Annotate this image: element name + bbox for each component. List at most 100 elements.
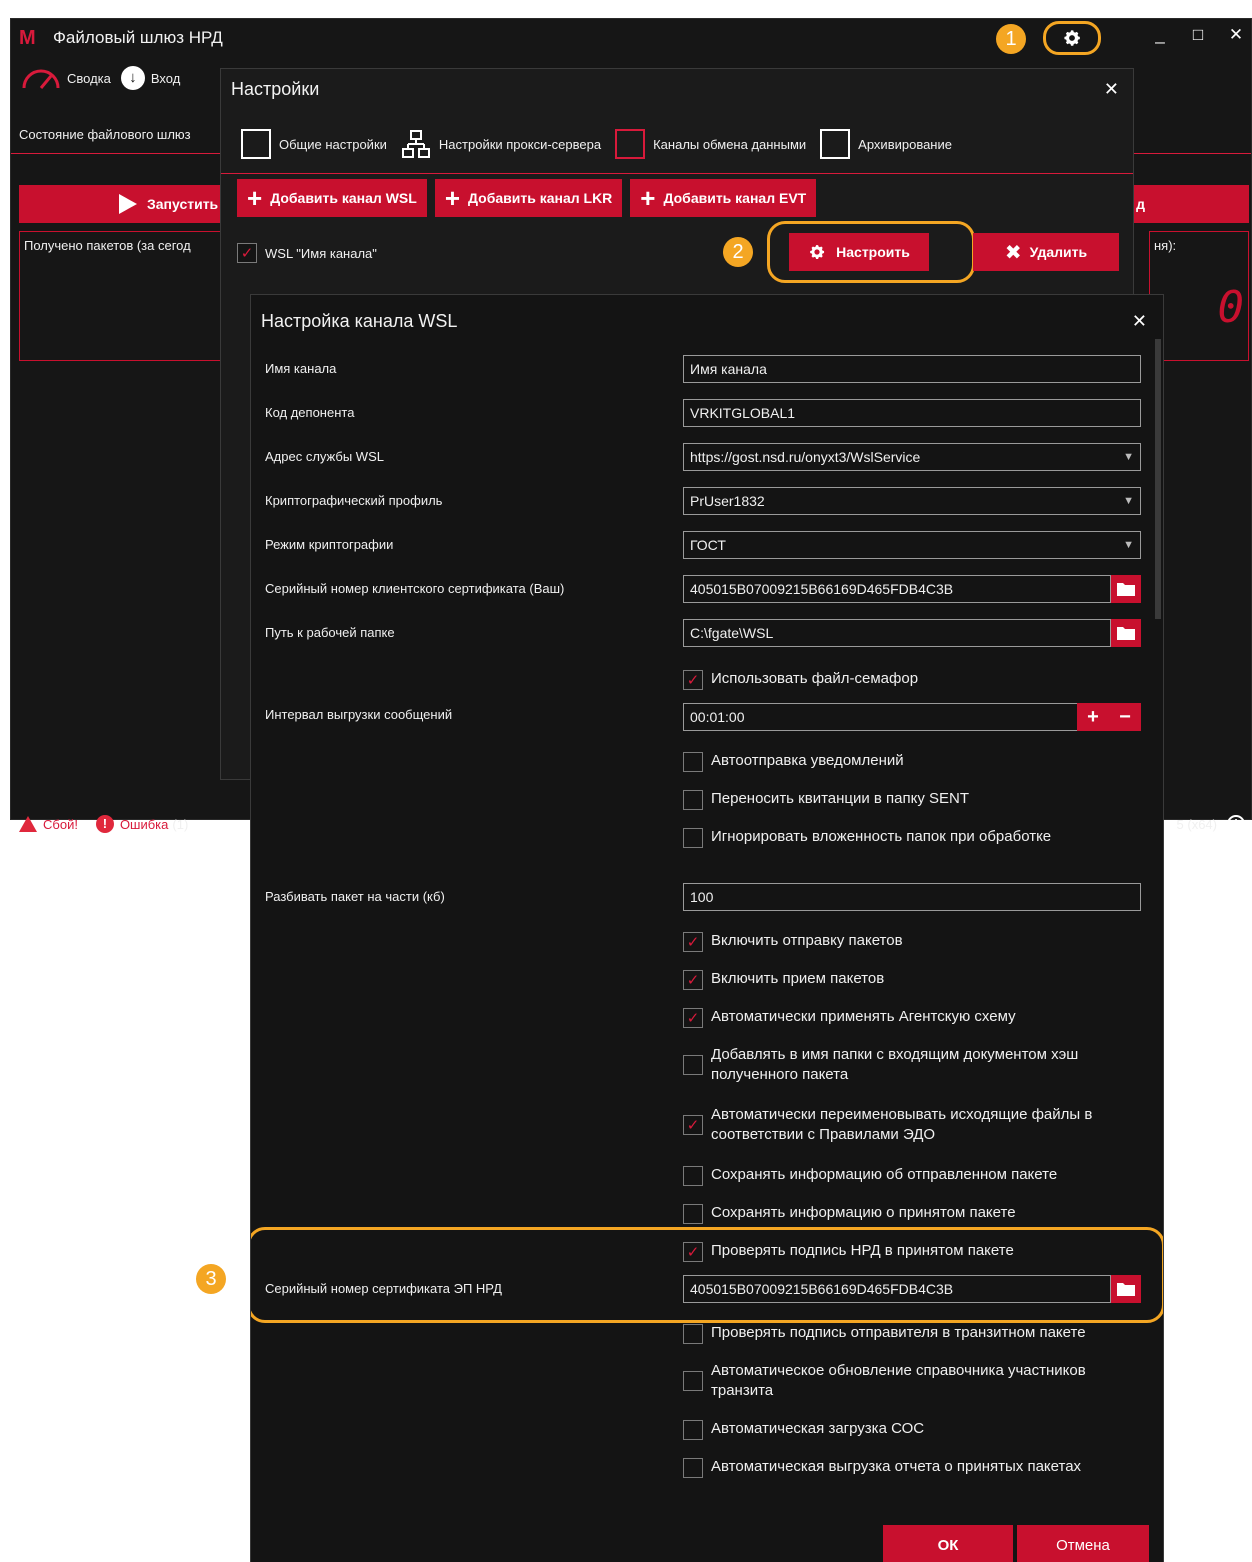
work-folder-input[interactable]: C:\fgate\WSL bbox=[683, 619, 1111, 647]
add-lkr-button[interactable]: + Добавить канал LKR bbox=[434, 179, 623, 217]
enable-send-checkbox[interactable] bbox=[683, 932, 703, 952]
counter-value: 0 bbox=[1217, 282, 1245, 333]
save-received-checkbox[interactable] bbox=[683, 1204, 703, 1224]
split-size-label: Разбивать пакет на части (кб) bbox=[265, 889, 445, 904]
check-nsd-sig-option[interactable]: Проверять подпись НРД в принятом пакете bbox=[683, 1241, 1143, 1262]
save-received-option[interactable]: Сохранять информацию о принятом пакете bbox=[683, 1203, 1143, 1224]
semaphore-option[interactable]: Использовать файл-семафор bbox=[683, 669, 1143, 690]
configure-button[interactable]: Настроить bbox=[789, 233, 929, 271]
add-hash-checkbox[interactable] bbox=[683, 1055, 703, 1075]
browse-folder-button[interactable] bbox=[1111, 575, 1141, 603]
ok-button[interactable]: ОК bbox=[883, 1525, 1013, 1562]
wsl-close-button[interactable]: ✕ bbox=[1132, 311, 1147, 332]
auto-report-option[interactable]: Автоматическая выгрузка отчета о приняты… bbox=[683, 1457, 1143, 1478]
move-receipts-option[interactable]: Переносить квитанции в папку SENT bbox=[683, 789, 1143, 810]
add-wsl-label: Добавить канал WSL bbox=[270, 190, 417, 206]
close-button[interactable]: ✕ bbox=[1227, 25, 1245, 45]
agent-scheme-checkbox[interactable] bbox=[683, 1008, 703, 1028]
settings-close-button[interactable]: ✕ bbox=[1104, 79, 1119, 100]
save-sent-option[interactable]: Сохранять информацию об отправленном пак… bbox=[683, 1165, 1143, 1186]
maximize-button[interactable]: □ bbox=[1189, 25, 1207, 45]
nav-incoming[interactable]: ↓ Вход bbox=[120, 66, 181, 90]
decrement-button[interactable]: − bbox=[1119, 706, 1131, 729]
channel-label: WSL "Имя канала" bbox=[265, 245, 377, 261]
add-evt-button[interactable]: + Добавить канал EVT bbox=[630, 179, 817, 217]
enable-send-label: Включить отправку пакетов bbox=[711, 932, 903, 949]
auto-rename-option[interactable]: Автоматически переименовывать исходящие … bbox=[683, 1105, 1143, 1145]
add-evt-label: Добавить канал EVT bbox=[663, 190, 807, 206]
dropdown-arrow-icon: ▼ bbox=[1123, 539, 1134, 551]
callout-badge-1: 1 bbox=[996, 24, 1026, 54]
app-title: Файловый шлюз НРД bbox=[53, 28, 223, 47]
settings-tabs: Общие настройки Настройки прокси-сервера… bbox=[241, 129, 952, 159]
minimize-button[interactable]: _ bbox=[1151, 25, 1169, 45]
tab-channels[interactable]: Каналы обмена данными bbox=[615, 129, 806, 159]
auto-rename-checkbox[interactable] bbox=[683, 1115, 703, 1135]
service-address-select[interactable]: https://gost.nsd.ru/onyxt3/WslService ▼ bbox=[683, 443, 1141, 471]
check-sender-sig-label: Проверять подпись отправителя в транзитн… bbox=[711, 1324, 1086, 1341]
upload-interval-input[interactable]: 00:01:00 bbox=[683, 703, 1141, 731]
info-icon[interactable]: i bbox=[1227, 815, 1245, 833]
browse-folder-button[interactable] bbox=[1111, 619, 1141, 647]
status-fail[interactable]: Сбой! bbox=[19, 816, 78, 832]
enable-receive-option[interactable]: Включить прием пакетов bbox=[683, 969, 1143, 990]
ignore-nesting-option[interactable]: Игнорировать вложенность папок при обраб… bbox=[683, 827, 1143, 848]
crypto-profile-label: Криптографический профиль bbox=[265, 493, 443, 508]
window-gear-icon bbox=[241, 129, 271, 159]
scrollbar[interactable] bbox=[1155, 339, 1161, 619]
status-error-count: (1) bbox=[172, 816, 189, 832]
client-cert-input[interactable]: 405015B07009215B66169D465FDB4C3B bbox=[683, 575, 1111, 603]
semaphore-checkbox[interactable] bbox=[683, 670, 703, 690]
cancel-button[interactable]: Отмена bbox=[1017, 1525, 1149, 1562]
delete-label: Удалить bbox=[1029, 244, 1088, 260]
status-right: 5 (x64) i bbox=[1177, 815, 1245, 833]
depositor-code-input[interactable]: VRKITGLOBAL1 bbox=[683, 399, 1141, 427]
enable-send-option[interactable]: Включить отправку пакетов bbox=[683, 931, 1143, 952]
nav-incoming-label: Вход bbox=[150, 70, 181, 86]
callout-badge-2: 2 bbox=[723, 237, 753, 267]
channel-checkbox[interactable] bbox=[237, 243, 257, 263]
auto-notify-checkbox[interactable] bbox=[683, 752, 703, 772]
increment-button[interactable]: + bbox=[1087, 706, 1099, 729]
nsd-cert-input[interactable]: 405015B07009215B66169D465FDB4C3B bbox=[683, 1275, 1111, 1303]
auto-update-ref-checkbox[interactable] bbox=[683, 1371, 703, 1391]
move-receipts-checkbox[interactable] bbox=[683, 790, 703, 810]
add-hash-option[interactable]: Добавлять в имя папки с входящим докумен… bbox=[683, 1045, 1143, 1085]
nav-summary[interactable]: Сводка bbox=[21, 66, 111, 90]
settings-gear-button[interactable] bbox=[1043, 21, 1101, 55]
auto-notify-option[interactable]: Автоотправка уведомлений bbox=[683, 751, 1143, 772]
delete-button[interactable]: ✖ Удалить bbox=[973, 233, 1119, 271]
browse-folder-button[interactable] bbox=[1111, 1275, 1141, 1303]
split-size-input[interactable]: 100 bbox=[683, 883, 1141, 911]
check-sender-sig-checkbox[interactable] bbox=[683, 1324, 703, 1344]
tab-archive[interactable]: Архивирование bbox=[820, 129, 952, 159]
folder-icon bbox=[1117, 1283, 1135, 1296]
depositor-code-label: Код депонента bbox=[265, 405, 355, 420]
add-wsl-button[interactable]: + Добавить канал WSL bbox=[237, 179, 427, 217]
check-sender-sig-option[interactable]: Проверять подпись отправителя в транзитн… bbox=[683, 1323, 1143, 1344]
auto-report-checkbox[interactable] bbox=[683, 1458, 703, 1478]
auto-cos-checkbox[interactable] bbox=[683, 1420, 703, 1440]
status-error-label[interactable]: Ошибка bbox=[120, 817, 168, 832]
tab-general[interactable]: Общие настройки bbox=[241, 129, 387, 159]
crypto-profile-select[interactable]: PrUser1832 ▼ bbox=[683, 487, 1141, 515]
auto-cos-option[interactable]: Автоматическая загрузка СОС bbox=[683, 1419, 1143, 1440]
auto-update-ref-option[interactable]: Автоматическое обновление справочника уч… bbox=[683, 1361, 1143, 1401]
ignore-nesting-checkbox[interactable] bbox=[683, 828, 703, 848]
save-sent-checkbox[interactable] bbox=[683, 1166, 703, 1186]
channel-name-input[interactable]: Имя канала bbox=[683, 355, 1141, 383]
settings-title: Настройки bbox=[231, 79, 320, 99]
auto-update-ref-label: Автоматическое обновление справочника уч… bbox=[711, 1362, 1086, 1399]
warning-icon bbox=[19, 816, 37, 832]
agent-scheme-option[interactable]: Автоматически применять Агентскую схему bbox=[683, 1007, 1143, 1028]
tab-proxy[interactable]: Настройки прокси-сервера bbox=[401, 129, 601, 159]
work-folder-label: Путь к рабочей папке bbox=[265, 625, 395, 640]
save-received-label: Сохранять информацию о принятом пакете bbox=[711, 1204, 1016, 1221]
interval-stepper[interactable]: + − bbox=[1077, 703, 1141, 731]
check-nsd-sig-checkbox[interactable] bbox=[683, 1242, 703, 1262]
enable-receive-checkbox[interactable] bbox=[683, 970, 703, 990]
crypto-mode-select[interactable]: ГОСТ ▼ bbox=[683, 531, 1141, 559]
folder-icon bbox=[1117, 583, 1135, 596]
divider bbox=[221, 173, 1133, 174]
channel-list-item[interactable]: WSL "Имя канала" bbox=[237, 243, 377, 263]
